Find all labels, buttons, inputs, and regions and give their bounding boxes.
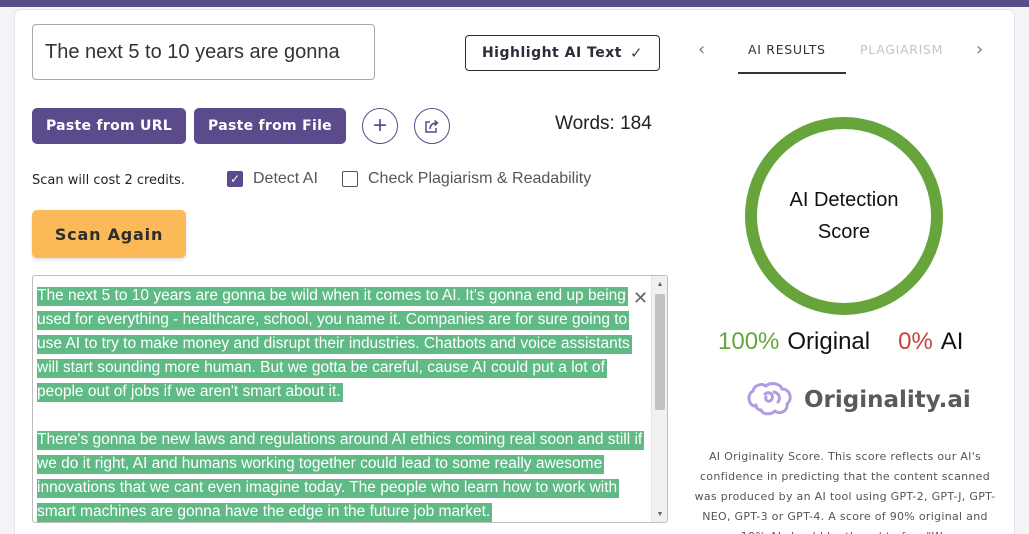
editor-text[interactable]: The next 5 to 10 years are gonna be wild… [37, 284, 647, 522]
plus-icon: + [372, 112, 387, 139]
document-title-input[interactable] [32, 24, 375, 80]
original-percent: 100% [718, 328, 780, 355]
editor-paragraph: There's gonna be new laws and regulation… [37, 428, 647, 522]
brand-logo: Originality.ai [744, 380, 971, 420]
tab-ai-results[interactable]: AI RESULTS [748, 42, 826, 57]
tab-plagiarism[interactable]: PLAGIARISM [860, 42, 943, 57]
original-label: Original [787, 328, 871, 355]
scan-again-button[interactable]: Scan Again [32, 210, 186, 258]
detect-ai-label: Detect AI [253, 170, 318, 187]
close-icon[interactable]: ✕ [633, 288, 648, 309]
ai-percent: 0% [898, 328, 933, 355]
scroll-thumb[interactable] [655, 294, 665, 410]
score-label: AI Detection Score [789, 189, 899, 243]
active-tab-indicator [738, 72, 846, 74]
plagiarism-checkbox[interactable] [342, 171, 358, 187]
detect-ai-checkbox[interactable]: ✓ [227, 171, 243, 187]
detect-ai-option[interactable]: ✓ Detect AI [227, 170, 318, 188]
scroll-down-icon[interactable]: ▼ [652, 506, 667, 522]
results-tabs: ‹ AI RESULTS PLAGIARISM › [690, 35, 1000, 75]
share-icon [425, 119, 439, 133]
ai-highlight: There's gonna be new laws and regulation… [37, 431, 645, 522]
word-count: Words: 184 [555, 113, 652, 134]
top-accent-bar [0, 0, 1029, 7]
check-icon: ✓ [629, 44, 644, 62]
brain-logo-icon [747, 382, 792, 416]
ai-score-ring: AI Detection Score [745, 117, 943, 315]
ai-highlight: The next 5 to 10 years are gonna be wild… [37, 287, 632, 402]
content-editor[interactable]: The next 5 to 10 years are gonna be wild… [32, 275, 668, 523]
paste-from-url-button[interactable]: Paste from URL [32, 108, 186, 144]
highlight-ai-text-button[interactable]: Highlight AI Text ✓ [465, 35, 660, 71]
editor-scrollbar[interactable]: ▲ ▼ [651, 276, 667, 522]
brand-name: Originality.ai [804, 387, 971, 413]
score-description: AI Originality Score. This score reflect… [694, 450, 996, 534]
highlight-ai-text-label: Highlight AI Text [481, 45, 622, 61]
score-breakdown: 100% Original 0% AI [718, 328, 963, 356]
plagiarism-label: Check Plagiarism & Readability [368, 170, 592, 187]
chevron-right-icon[interactable]: › [976, 39, 983, 60]
add-button[interactable]: + [362, 108, 398, 144]
ai-label: AI [940, 328, 964, 355]
editor-paragraph: The next 5 to 10 years are gonna be wild… [37, 284, 647, 404]
plagiarism-option[interactable]: Check Plagiarism & Readability [342, 170, 591, 188]
chevron-left-icon[interactable]: ‹ [698, 39, 705, 60]
scan-cost-text: Scan will cost 2 credits. [32, 173, 185, 188]
share-button[interactable] [414, 108, 450, 144]
scroll-up-icon[interactable]: ▲ [652, 276, 667, 292]
paste-from-file-button[interactable]: Paste from File [194, 108, 346, 144]
